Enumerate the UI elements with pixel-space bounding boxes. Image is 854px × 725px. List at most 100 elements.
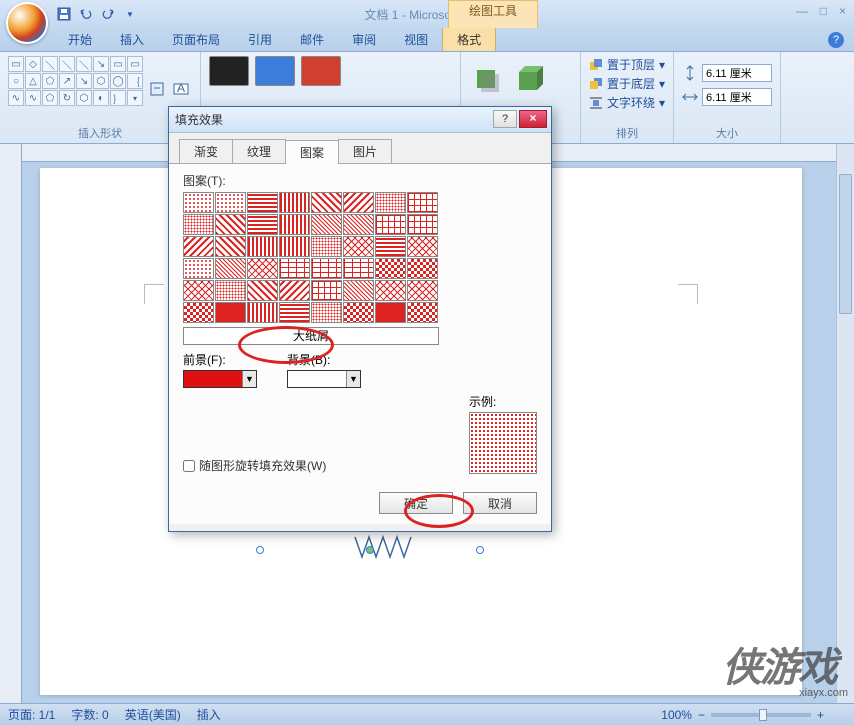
pattern-swatch[interactable] bbox=[247, 236, 278, 257]
tab-references[interactable]: 引用 bbox=[234, 27, 286, 51]
pattern-swatch[interactable] bbox=[279, 214, 310, 235]
tab-mail[interactable]: 邮件 bbox=[286, 27, 338, 51]
shadow-icon[interactable] bbox=[469, 62, 505, 98]
pattern-swatch[interactable] bbox=[343, 280, 374, 301]
pattern-swatch[interactable] bbox=[407, 258, 438, 279]
pattern-swatch[interactable] bbox=[215, 214, 246, 235]
pattern-swatch[interactable] bbox=[183, 280, 214, 301]
text-wrap[interactable]: 文字环绕 ▾ bbox=[589, 94, 665, 111]
pattern-swatch[interactable] bbox=[343, 214, 374, 235]
status-insert-mode[interactable]: 插入 bbox=[197, 706, 221, 723]
pattern-swatch[interactable] bbox=[343, 236, 374, 257]
send-to-back[interactable]: 置于底层 ▾ bbox=[589, 75, 665, 92]
status-language[interactable]: 英语(美国) bbox=[125, 706, 181, 723]
pattern-swatch[interactable] bbox=[407, 302, 438, 323]
bring-to-front[interactable]: 置于顶层 ▾ bbox=[589, 56, 665, 73]
undo-icon[interactable] bbox=[76, 4, 96, 24]
status-page[interactable]: 页面: 1/1 bbox=[8, 706, 55, 723]
pattern-swatch[interactable] bbox=[311, 214, 342, 235]
rotate-checkbox[interactable]: 随图形旋转填充效果(W) bbox=[183, 457, 326, 474]
tab-insert[interactable]: 插入 bbox=[106, 27, 158, 51]
pattern-swatch[interactable] bbox=[279, 236, 310, 257]
pattern-swatch[interactable] bbox=[247, 302, 278, 323]
pattern-swatch[interactable] bbox=[311, 258, 342, 279]
pattern-swatch[interactable] bbox=[183, 258, 214, 279]
style-blue[interactable] bbox=[255, 56, 295, 86]
zoom-slider[interactable] bbox=[711, 713, 811, 717]
pattern-swatch[interactable] bbox=[407, 214, 438, 235]
vertical-scrollbar[interactable] bbox=[836, 144, 854, 703]
width-input[interactable] bbox=[702, 88, 772, 106]
pattern-swatch[interactable] bbox=[215, 280, 246, 301]
help-icon[interactable]: ? bbox=[828, 32, 844, 48]
pattern-swatch[interactable] bbox=[375, 258, 406, 279]
pattern-swatch[interactable] bbox=[343, 192, 374, 213]
shapes-gallery[interactable]: ▭◇＼＼＼↘▭▭ ○△⬠↗↘⬡◯｛ ∿∿⬠↻⬡◐｝▾ bbox=[8, 56, 144, 106]
dialog-tab-texture[interactable]: 纹理 bbox=[232, 139, 286, 163]
pattern-swatch[interactable] bbox=[311, 280, 342, 301]
3d-icon[interactable] bbox=[513, 62, 549, 98]
office-button[interactable] bbox=[6, 2, 48, 44]
dialog-tab-picture[interactable]: 图片 bbox=[338, 139, 392, 163]
close-button[interactable]: × bbox=[839, 4, 846, 18]
pattern-swatch[interactable] bbox=[407, 236, 438, 257]
pattern-swatch[interactable] bbox=[279, 192, 310, 213]
pattern-swatch[interactable] bbox=[407, 192, 438, 213]
foreground-combo[interactable]: ▼ bbox=[183, 370, 257, 388]
scrollbar-thumb[interactable] bbox=[839, 174, 852, 314]
pattern-swatch[interactable] bbox=[215, 236, 246, 257]
pattern-swatch[interactable] bbox=[247, 214, 278, 235]
pattern-swatch[interactable] bbox=[407, 280, 438, 301]
redo-icon[interactable] bbox=[98, 4, 118, 24]
tab-home[interactable]: 开始 bbox=[54, 27, 106, 51]
pattern-swatch[interactable] bbox=[215, 192, 246, 213]
pattern-swatch[interactable] bbox=[183, 236, 214, 257]
dialog-help-button[interactable]: ? bbox=[493, 110, 517, 128]
maximize-button[interactable]: □ bbox=[820, 4, 827, 18]
pattern-swatch[interactable] bbox=[183, 192, 214, 213]
minimize-button[interactable]: — bbox=[796, 4, 808, 18]
dialog-tab-pattern[interactable]: 图案 bbox=[285, 140, 339, 164]
pattern-swatch[interactable] bbox=[247, 258, 278, 279]
pattern-swatch[interactable] bbox=[215, 258, 246, 279]
pattern-swatch[interactable] bbox=[183, 214, 214, 235]
status-words[interactable]: 字数: 0 bbox=[71, 706, 108, 723]
zoom-level[interactable]: 100% bbox=[661, 708, 692, 722]
ok-button[interactable]: 确定 bbox=[379, 492, 453, 514]
pattern-swatch[interactable] bbox=[375, 236, 406, 257]
pattern-swatch[interactable] bbox=[375, 302, 406, 323]
style-black[interactable] bbox=[209, 56, 249, 86]
cancel-button[interactable]: 取消 bbox=[463, 492, 537, 514]
pattern-swatch[interactable] bbox=[279, 302, 310, 323]
selected-shape[interactable] bbox=[350, 532, 420, 562]
text-box-icon[interactable]: A bbox=[172, 80, 192, 100]
pattern-swatch[interactable] bbox=[375, 280, 406, 301]
dialog-close-button[interactable]: × bbox=[519, 110, 547, 128]
pattern-swatch[interactable] bbox=[311, 192, 342, 213]
pattern-swatch[interactable] bbox=[375, 192, 406, 213]
pattern-swatch[interactable] bbox=[311, 302, 342, 323]
zoom-in-button[interactable]: + bbox=[817, 708, 824, 722]
height-input[interactable] bbox=[702, 64, 772, 82]
dialog-title-bar[interactable]: 填充效果 ? × bbox=[169, 107, 551, 133]
pattern-swatch[interactable] bbox=[215, 302, 246, 323]
pattern-swatch[interactable] bbox=[343, 302, 374, 323]
pattern-swatch[interactable] bbox=[247, 280, 278, 301]
pattern-swatch[interactable] bbox=[183, 302, 214, 323]
tab-format[interactable]: 格式 bbox=[442, 26, 496, 51]
tab-view[interactable]: 视图 bbox=[390, 27, 442, 51]
edit-shape-icon[interactable] bbox=[148, 80, 168, 100]
pattern-swatch[interactable] bbox=[375, 214, 406, 235]
pattern-swatch[interactable] bbox=[247, 192, 278, 213]
pattern-swatch[interactable] bbox=[343, 258, 374, 279]
background-combo[interactable]: ▼ bbox=[287, 370, 361, 388]
tab-review[interactable]: 审阅 bbox=[338, 27, 390, 51]
zoom-out-button[interactable]: − bbox=[698, 708, 705, 722]
dialog-tab-gradient[interactable]: 渐变 bbox=[179, 139, 233, 163]
pattern-swatch[interactable] bbox=[279, 280, 310, 301]
qat-dropdown-icon[interactable]: ▼ bbox=[120, 4, 140, 24]
tab-layout[interactable]: 页面布局 bbox=[158, 27, 234, 51]
pattern-swatch[interactable] bbox=[279, 258, 310, 279]
pattern-swatch[interactable] bbox=[311, 236, 342, 257]
style-red[interactable] bbox=[301, 56, 341, 86]
